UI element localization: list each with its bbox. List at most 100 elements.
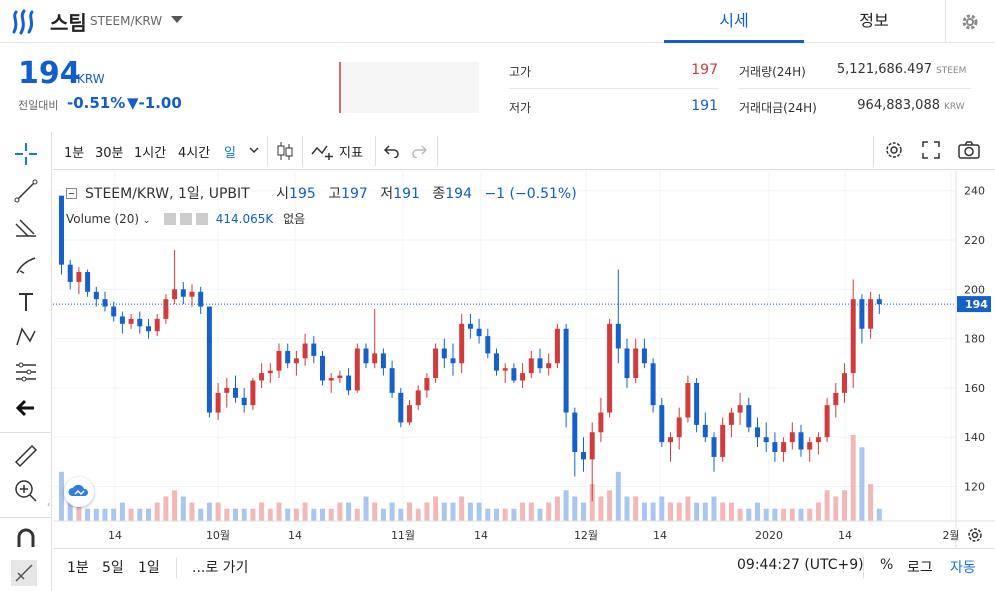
- range-1[interactable]: 1분: [67, 557, 89, 577]
- price-tick-label: 220: [964, 234, 985, 247]
- interval-1m[interactable]: 1분: [64, 142, 84, 161]
- interval-30m[interactable]: 30분: [95, 142, 124, 161]
- low-value: 191: [691, 98, 718, 114]
- settings-button[interactable]: [945, 0, 995, 43]
- last-price-label: 194: [965, 298, 988, 311]
- divider: [739, 88, 971, 89]
- range-3[interactable]: 1일: [138, 557, 160, 577]
- time-tick-label: 11월: [391, 529, 415, 542]
- volume-bar: [146, 508, 151, 521]
- candle-style-icon[interactable]: [275, 140, 295, 162]
- volume-bar: [476, 502, 482, 521]
- measure-icon[interactable]: [12, 358, 40, 386]
- candle-body: [311, 343, 317, 356]
- range-2[interactable]: 5일: [102, 557, 124, 577]
- crosshair-icon[interactable]: [12, 140, 40, 168]
- arrow-left-icon[interactable]: [12, 394, 40, 422]
- volume-bar: [502, 508, 508, 521]
- volume-bar: [685, 496, 691, 521]
- candle-body: [172, 289, 178, 300]
- candle-body: [259, 373, 265, 381]
- chevron-left-icon[interactable]: ‹: [47, 500, 53, 520]
- high-value: 197: [691, 62, 718, 78]
- volume-bar: [755, 502, 760, 521]
- close-icon[interactable]: [195, 213, 208, 225]
- chevron-down-icon[interactable]: [171, 16, 183, 23]
- coin-pair[interactable]: STEEM/KRW: [90, 14, 162, 28]
- camera-icon[interactable]: [958, 140, 980, 160]
- volume-bar: [824, 490, 830, 521]
- interval-day[interactable]: 일: [224, 142, 236, 161]
- volume-bar: [520, 502, 526, 521]
- volume-bar: [581, 502, 586, 521]
- trade-value-label: 거래대금(24H): [739, 101, 817, 115]
- undo-icon[interactable]: [384, 144, 400, 158]
- candle-body: [659, 405, 665, 443]
- volume-bar: [763, 508, 769, 521]
- candle-body: [528, 358, 534, 374]
- time-tick-label: 14: [653, 529, 667, 542]
- interval-1h[interactable]: 1시간: [134, 142, 166, 161]
- volume-bar: [720, 502, 726, 521]
- change-value: −1 (−0.51%): [484, 186, 577, 202]
- indicators-label[interactable]: 지표: [339, 142, 363, 161]
- volume-bar: [659, 496, 665, 521]
- ruler-icon[interactable]: [12, 442, 40, 470]
- cloud-logo[interactable]: [64, 477, 94, 507]
- redo-icon[interactable]: [411, 144, 427, 158]
- gear-icon[interactable]: [180, 213, 193, 225]
- candle-body: [119, 316, 125, 324]
- auto-toggle[interactable]: 자동: [950, 557, 976, 577]
- tab-info[interactable]: 정보: [804, 0, 944, 43]
- fib-icon[interactable]: [12, 214, 40, 242]
- goto-date[interactable]: ...로 가기: [192, 557, 248, 577]
- volume-bar: [668, 502, 673, 521]
- volume-bar: [842, 490, 847, 521]
- volume-bar: [546, 502, 552, 521]
- candle-body: [650, 363, 656, 406]
- volume-bar: [285, 508, 291, 521]
- collapse-icon[interactable]: [66, 188, 77, 199]
- price-chart[interactable]: 120 140 160 180 200 220 240 194 14 10월 14 11월 14 12월…: [53, 171, 995, 548]
- price-tick-label: 140: [964, 431, 985, 444]
- zoom-in-icon[interactable]: [12, 477, 40, 505]
- tab-price[interactable]: 시세: [664, 0, 804, 43]
- candle-body: [267, 370, 273, 374]
- chart-settings-icon[interactable]: [884, 140, 904, 160]
- trend-line-icon[interactable]: [12, 177, 40, 205]
- candle-body: [720, 424, 726, 457]
- volume-title[interactable]: Volume (20): [66, 212, 139, 226]
- candle-body: [398, 392, 404, 423]
- volume-bar: [354, 508, 360, 521]
- low-label: 저: [380, 186, 394, 202]
- volume-bar: [433, 496, 439, 521]
- fullscreen-icon[interactable]: [922, 141, 940, 159]
- candle-body: [433, 348, 439, 379]
- candle-body: [624, 348, 630, 379]
- interval-4h[interactable]: 4시간: [178, 142, 210, 161]
- volume-bar: [198, 508, 204, 521]
- candle-body: [224, 387, 230, 393]
- lock-drawing-icon[interactable]: [10, 559, 38, 587]
- volume-bar: [241, 508, 247, 521]
- magnet-icon[interactable]: [12, 525, 40, 553]
- indicators-icon[interactable]: [311, 142, 335, 160]
- candle-body: [807, 442, 813, 450]
- axis-settings-icon[interactable]: [964, 524, 986, 546]
- volume-bar: [267, 508, 273, 521]
- percent-toggle[interactable]: %: [880, 557, 893, 573]
- brush-icon[interactable]: [12, 251, 40, 279]
- divider: [437, 136, 438, 166]
- candle-body: [876, 299, 882, 305]
- pattern-icon[interactable]: [12, 323, 40, 351]
- candle-body: [276, 350, 282, 371]
- eye-icon[interactable]: [164, 213, 177, 225]
- candle-body: [685, 382, 691, 418]
- divider: [0, 517, 52, 518]
- chevron-down-icon[interactable]: ⌄: [143, 216, 151, 226]
- candle-body: [372, 353, 378, 364]
- volume-label: 거래량(24H): [739, 65, 806, 79]
- log-toggle[interactable]: 로그: [907, 557, 933, 577]
- chevron-down-icon[interactable]: [249, 147, 259, 155]
- text-icon[interactable]: [12, 288, 40, 316]
